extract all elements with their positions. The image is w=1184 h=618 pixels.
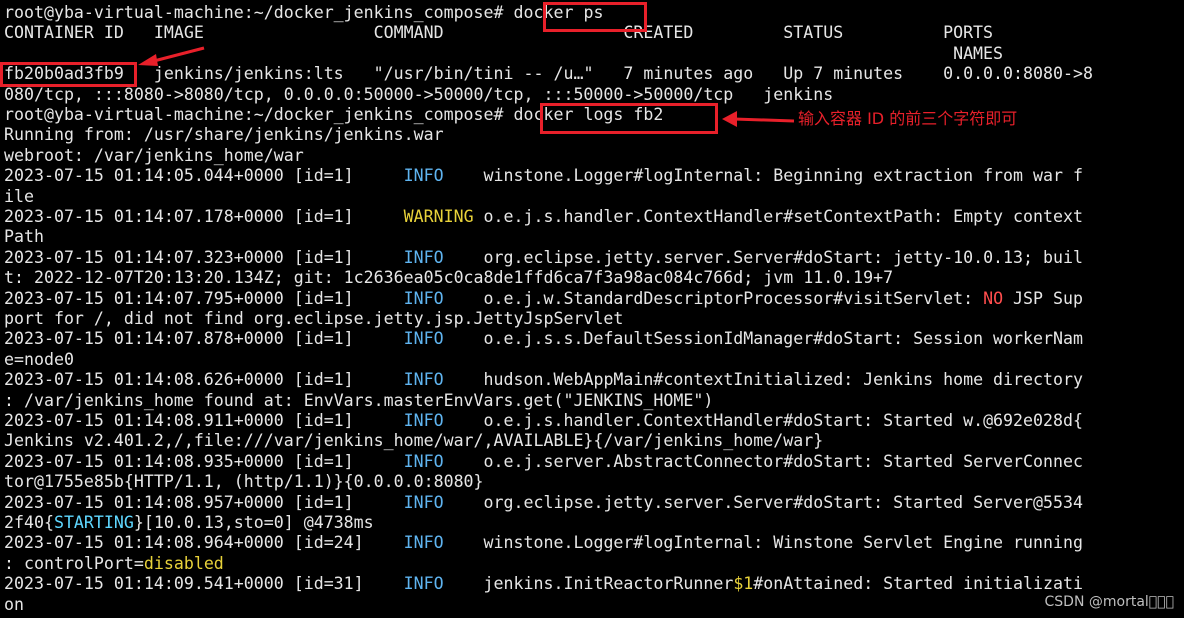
log-level: INFO	[403, 533, 444, 553]
log-prefix: 2023-07-15 01:14:07.795+0000 [id=1]	[4, 288, 404, 308]
csdn-watermark: CSDN @mortal   	[1044, 593, 1175, 610]
log-highlight: $1	[733, 574, 754, 594]
log-line: on	[4, 594, 24, 614]
log-message: o.e.j.s.s.DefaultSessionIdManager#doStar…	[443, 329, 1083, 349]
log-prefix: 2023-07-15 01:14:07.178+0000 [id=1]	[4, 207, 404, 226]
log-level: STARTING	[53, 513, 134, 532]
log-line: : /var/jenkins_home found at: EnvVars.ma…	[4, 390, 714, 410]
arrow-to-docker-logs	[722, 111, 795, 127]
log-message: jenkins.InitReactorRunner	[443, 574, 734, 594]
highlight-box-docker-logs	[540, 103, 718, 134]
log-level: WARNING	[403, 207, 474, 226]
log-level: INFO	[403, 329, 444, 349]
ps-header-line: CONTAINER ID IMAGE COMMAND CREATED STATU…	[4, 23, 994, 43]
log-level: INFO	[403, 166, 444, 186]
log-line: ile	[4, 186, 34, 206]
log-line: 2023-07-15 01:14:07.878+0000 [id=1] INFO…	[4, 329, 1083, 349]
log-prefix: 2023-07-15 01:14:08.911+0000 [id=1]	[4, 411, 404, 430]
highlight-box-docker-ps	[543, 2, 647, 32]
log-line: 2023-07-15 01:14:07.178+0000 [id=1] WARN…	[4, 207, 1083, 227]
log-prefix: 2023-07-15 01:14:08.626+0000 [id=1]	[4, 370, 404, 390]
log-line: Path	[4, 227, 44, 247]
ps-row-line-2: 080/tcp, :::8080->8080/tcp, 0.0.0.0:5000…	[4, 84, 834, 104]
log-line: Jenkins v2.401.2,/,file:///var/jenkins_h…	[4, 431, 824, 451]
log-prefix: 2023-07-15 01:14:08.935+0000 [id=1]	[4, 451, 404, 471]
log-highlight: NO	[983, 288, 1004, 308]
log-level: INFO	[403, 288, 444, 308]
shell-prompt: root@yba-virtual-machine:~/docker_jenkin…	[4, 105, 504, 124]
log-prefix: : controlPort=	[4, 553, 144, 573]
ps-row-line-1: fb20b0ad3fb9 jenkins/jenkins:lts "/usr/b…	[4, 64, 1093, 84]
log-message: }[10.0.13,sto=0] @4738ms	[133, 513, 374, 532]
log-level: INFO	[403, 574, 444, 594]
highlight-box-container-id	[0, 62, 137, 87]
log-level: INFO	[403, 492, 444, 512]
log-line: e=node0	[4, 349, 74, 369]
log-line: 2023-07-15 01:14:05.044+0000 [id=1] INFO…	[4, 166, 1083, 186]
log-line: 2023-07-15 01:14:08.935+0000 [id=1] INFO…	[4, 452, 1083, 472]
log-prefix: 2023-07-15 01:14:08.964+0000 [id=24]	[4, 533, 404, 553]
log-prefix: 2023-07-15 01:14:07.878+0000 [id=1]	[4, 329, 404, 349]
log-prefix: 2023-07-15 01:14:09.541+0000 [id=31]	[4, 574, 404, 594]
ps-row-rest: jenkins/jenkins:lts "/usr/bin/tini -- /u…	[123, 64, 1093, 84]
log-line: 2023-07-15 01:14:09.541+0000 [id=31] INF…	[4, 574, 1083, 594]
log-line: 2023-07-15 01:14:07.795+0000 [id=1] INFO…	[4, 289, 1083, 309]
log-message: winstone.Logger#logInternal: Beginning e…	[443, 166, 1083, 186]
ps-header-names: NAMES	[4, 43, 1004, 63]
log-line: 2023-07-15 01:14:08.626+0000 [id=1] INFO…	[4, 370, 1083, 390]
log-message: o.e.j.w.StandardDescriptorProcessor#visi…	[443, 288, 984, 308]
log-message: o.e.j.s.handler.ContextHandler#setContex…	[473, 207, 1083, 226]
log-line: 2023-07-15 01:14:08.964+0000 [id=24] INF…	[4, 533, 1083, 553]
log-level: INFO	[403, 247, 444, 267]
log-line: 2023-07-15 01:14:08.911+0000 [id=1] INFO…	[4, 411, 1083, 431]
annotation-text: 输入容器 ID 的前三个字符即可	[798, 109, 1018, 128]
log-line: 2f40{STARTING}[10.0.13,sto=0] @4738ms	[4, 513, 374, 533]
log-prefix: 2f40{	[4, 513, 54, 532]
log-message-tail: #onAttained: Started initializati	[753, 574, 1083, 594]
log-line: tor@1755e85b{HTTP/1.1, (http/1.1)}{0.0.0…	[4, 472, 484, 492]
log-message: hudson.WebAppMain#contextInitialized: Je…	[443, 370, 1083, 390]
log-message: org.eclipse.jetty.server.Server#doStart:…	[443, 492, 1083, 512]
log-message: o.e.j.s.handler.ContextHandler#doStart: …	[443, 411, 1083, 430]
log-prefix: 2023-07-15 01:14:08.957+0000 [id=1]	[4, 492, 404, 512]
prompt-line-1: root@yba-virtual-machine:~/docker_jenkin…	[4, 3, 603, 23]
log-message-tail: JSP Sup	[1003, 288, 1083, 308]
log-level: INFO	[403, 451, 444, 471]
log-prefix: 2023-07-15 01:14:05.044+0000 [id=1]	[4, 166, 404, 186]
log-message: winstone.Logger#logInternal: Winstone Se…	[443, 533, 1083, 553]
log-message: o.e.j.server.AbstractConnector#doStart: …	[443, 451, 1083, 471]
log-line: webroot: /var/jenkins_home/war	[4, 145, 304, 165]
shell-prompt: root@yba-virtual-machine:~/docker_jenkin…	[4, 3, 504, 22]
log-line: 2023-07-15 01:14:07.323+0000 [id=1] INFO…	[4, 248, 1083, 268]
log-line: t: 2022-12-07T20:13:20.134Z; git: 1c2636…	[4, 268, 894, 288]
log-message: org.eclipse.jetty.server.Server#doStart:…	[443, 247, 1083, 267]
log-line: : controlPort=disabled	[4, 554, 224, 574]
terminal-window[interactable]: root@yba-virtual-machine:~/docker_jenkin…	[0, 0, 1184, 618]
log-line: Running from: /usr/share/jenkins/jenkins…	[4, 125, 444, 145]
log-level: INFO	[403, 370, 444, 390]
log-line: 2023-07-15 01:14:08.957+0000 [id=1] INFO…	[4, 493, 1083, 513]
log-level: disabled	[143, 553, 224, 573]
log-prefix: 2023-07-15 01:14:07.323+0000 [id=1]	[4, 247, 404, 267]
log-line: port for /, did not find org.eclipse.jet…	[4, 309, 624, 328]
log-level: INFO	[403, 411, 444, 430]
